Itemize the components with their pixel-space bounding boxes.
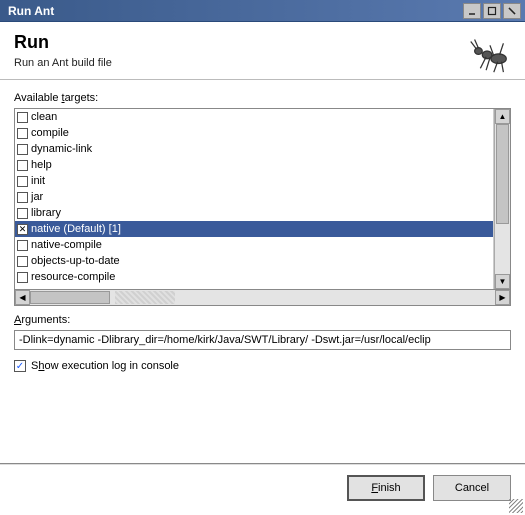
target-item[interactable]: help — [15, 157, 493, 173]
target-label: objects-up-to-date — [31, 255, 120, 267]
target-item[interactable]: objects-up-to-date — [15, 253, 493, 269]
target-checkbox[interactable] — [17, 112, 28, 123]
dialog-footer: Finish Cancel — [0, 463, 525, 507]
scroll-track[interactable] — [495, 124, 510, 274]
target-checkbox[interactable] — [17, 176, 28, 187]
target-item[interactable]: library — [15, 205, 493, 221]
target-item[interactable]: ✕native (Default) [1] — [15, 221, 493, 237]
target-label: compile — [31, 127, 69, 139]
target-label: dynamic-link — [31, 143, 92, 155]
target-checkbox[interactable] — [17, 272, 28, 283]
target-item[interactable]: compile — [15, 125, 493, 141]
hscroll-thumb[interactable] — [30, 291, 110, 304]
titlebar[interactable]: Run Ant — [0, 0, 525, 22]
arguments-input[interactable] — [14, 330, 511, 350]
target-label: native (Default) [1] — [31, 223, 121, 235]
arguments-label: Arguments: — [14, 314, 511, 326]
scroll-thumb[interactable] — [496, 124, 509, 224]
dialog-title: Run — [14, 32, 511, 53]
scroll-right-button[interactable]: ▶ — [495, 290, 510, 305]
show-log-row[interactable]: ✓ Show execution log in console — [14, 360, 511, 372]
scroll-left-button[interactable]: ◀ — [15, 290, 30, 305]
vertical-scrollbar[interactable]: ▲ ▼ — [494, 109, 510, 289]
target-item[interactable]: init — [15, 173, 493, 189]
target-checkbox[interactable] — [17, 256, 28, 267]
dialog-content: Available targets: clean compile dynamic-l… — [0, 80, 525, 380]
target-checkbox[interactable] — [17, 128, 28, 139]
cancel-button[interactable]: Cancel — [433, 475, 511, 501]
target-checkbox[interactable]: ✕ — [17, 224, 28, 235]
target-item[interactable]: jar — [15, 189, 493, 205]
target-item[interactable]: clean — [15, 109, 493, 125]
hscroll-track[interactable] — [30, 290, 495, 305]
target-label: resource-compile — [31, 271, 115, 283]
horizontal-scrollbar[interactable]: ◀ ▶ — [14, 290, 511, 306]
targets-label: Available targets: — [14, 92, 511, 104]
finish-button[interactable]: Finish — [347, 475, 425, 501]
window-title: Run Ant — [4, 4, 461, 18]
target-label: clean — [31, 111, 57, 123]
target-label: help — [31, 159, 52, 171]
minimize-button[interactable] — [463, 3, 481, 19]
scroll-up-button[interactable]: ▲ — [495, 109, 510, 124]
target-checkbox[interactable] — [17, 240, 28, 251]
close-button[interactable] — [503, 3, 521, 19]
resize-grip[interactable] — [509, 499, 523, 513]
target-label: init — [31, 175, 45, 187]
target-item[interactable]: resource-compile — [15, 269, 493, 285]
target-checkbox[interactable] — [17, 192, 28, 203]
maximize-button[interactable] — [483, 3, 501, 19]
show-log-label: Show execution log in console — [31, 360, 179, 372]
dialog-header: Run Run an Ant build file — [0, 22, 525, 80]
target-item[interactable]: dynamic-link — [15, 141, 493, 157]
target-label: library — [31, 207, 61, 219]
target-checkbox[interactable] — [17, 160, 28, 171]
target-label: native-compile — [31, 239, 102, 251]
target-item[interactable]: native-compile — [15, 237, 493, 253]
target-label: jar — [31, 191, 43, 203]
hscroll-hatch — [115, 291, 175, 304]
ant-icon — [465, 28, 513, 76]
scroll-down-button[interactable]: ▼ — [495, 274, 510, 289]
targets-listbox[interactable]: clean compile dynamic-link help init jar libra… — [14, 108, 511, 290]
show-log-checkbox[interactable]: ✓ — [14, 360, 26, 372]
target-checkbox[interactable] — [17, 208, 28, 219]
dialog-subtitle: Run an Ant build file — [14, 57, 511, 69]
target-checkbox[interactable] — [17, 144, 28, 155]
